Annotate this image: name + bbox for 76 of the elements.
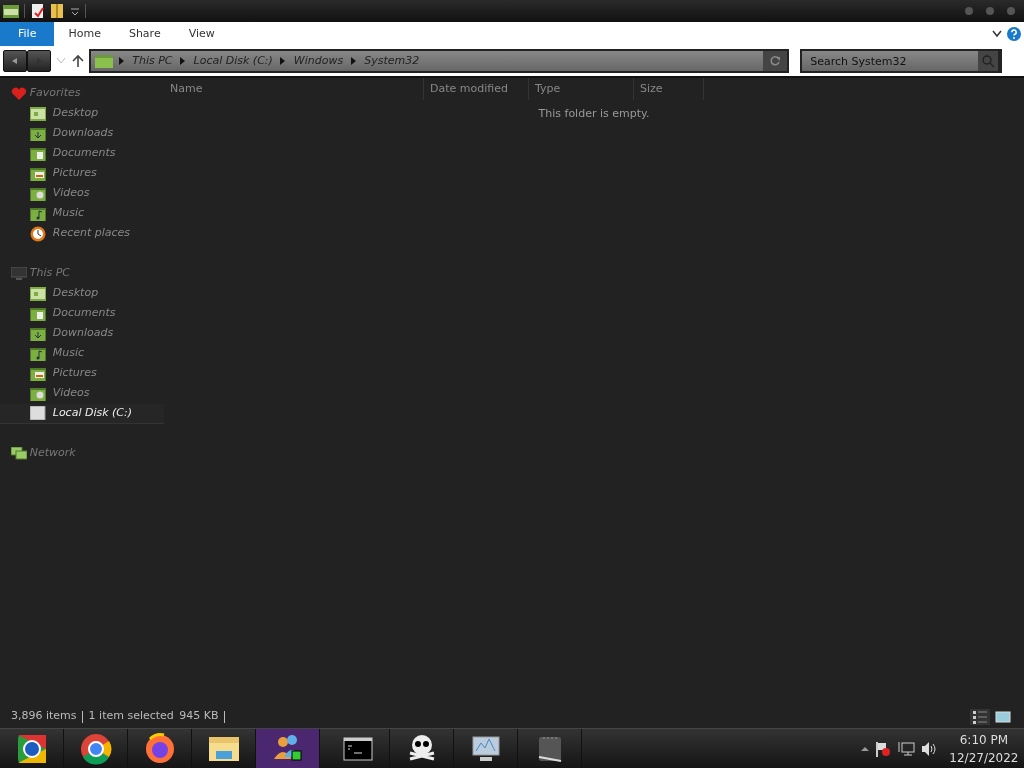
downloads-folder-icon xyxy=(30,126,46,141)
ribbon-tab[interactable]: Share xyxy=(114,22,175,46)
column-header[interactable]: Size xyxy=(634,78,704,100)
sidebar-item[interactable]: Downloads xyxy=(0,123,164,144)
videos-folder-icon xyxy=(30,186,46,201)
folder-icon xyxy=(94,54,114,68)
music-folder-icon xyxy=(30,346,46,361)
documents-folder-icon xyxy=(30,306,46,321)
breadcrumb[interactable]: Local Disk (C:) xyxy=(193,52,273,70)
sidebar-item[interactable]: Documents xyxy=(0,303,164,324)
large-icons-view-button[interactable] xyxy=(993,708,1013,725)
column-header[interactable]: Date modified xyxy=(424,78,529,100)
clock-time[interactable]: 6:10 PM xyxy=(949,730,1019,749)
new-folder-icon[interactable] xyxy=(50,3,65,19)
dropdown-icon[interactable] xyxy=(69,6,80,16)
sidebar-header[interactable]: Favorites xyxy=(29,85,81,102)
maximize-button[interactable] xyxy=(984,6,995,16)
music-folder-icon xyxy=(30,206,46,221)
monitor-icon xyxy=(11,266,27,281)
back-arrow-icon xyxy=(10,56,19,65)
breadcrumb[interactable]: System32 xyxy=(364,52,420,70)
refresh-icon xyxy=(769,55,782,67)
column-header[interactable]: Name xyxy=(164,78,424,100)
address-bar[interactable]: This PC Local Disk (C:) Windows System32 xyxy=(89,49,790,73)
sidebar-item[interactable]: Music xyxy=(0,343,164,364)
ribbon-tab[interactable]: Home xyxy=(54,22,115,46)
documents-folder-icon xyxy=(30,146,46,161)
column-header[interactable]: Type xyxy=(529,78,634,100)
sidebar-item[interactable]: Downloads xyxy=(0,323,164,344)
heart-icon xyxy=(11,86,27,101)
desktop-icon xyxy=(30,106,46,121)
close-button[interactable] xyxy=(1005,6,1016,16)
sidebar-item[interactable]: Documents xyxy=(0,143,164,164)
sidebar-header[interactable]: Network xyxy=(29,445,76,462)
forward-arrow-icon xyxy=(34,56,43,65)
sidebar-item[interactable]: Local Disk (C:) xyxy=(0,403,164,424)
show-hidden-icons-icon[interactable] xyxy=(859,744,870,753)
ribbon-tab[interactable]: File xyxy=(0,22,55,46)
help-icon[interactable] xyxy=(1007,27,1022,41)
up-arrow-icon[interactable] xyxy=(71,54,84,68)
downloads-folder-icon xyxy=(30,326,46,341)
item-count: 3,896 items xyxy=(11,708,77,725)
desktop-icon xyxy=(30,286,46,301)
videos-folder-icon xyxy=(30,386,46,401)
details-view-button[interactable] xyxy=(970,708,991,725)
selection-size: 945 KB xyxy=(179,708,219,725)
network-icon[interactable] xyxy=(896,740,915,757)
flag-icon[interactable] xyxy=(875,740,892,757)
sidebar-item[interactable]: Videos xyxy=(0,383,164,404)
clock-icon xyxy=(30,225,46,242)
pictures-folder-icon xyxy=(30,366,46,381)
back-button[interactable] xyxy=(2,50,27,72)
sidebar-item[interactable]: Recent places xyxy=(0,223,164,244)
sidebar-item[interactable]: Videos xyxy=(0,183,164,204)
refresh-button[interactable] xyxy=(763,51,788,71)
sidebar-header[interactable]: This PC xyxy=(29,265,71,282)
empty-folder-message: This folder is empty. xyxy=(538,106,650,120)
minimize-button[interactable] xyxy=(963,6,974,16)
expand-ribbon-icon[interactable] xyxy=(991,30,1002,38)
sidebar-item[interactable]: Pictures xyxy=(0,363,164,384)
sidebar-item[interactable]: Pictures xyxy=(0,163,164,184)
speaker-icon[interactable] xyxy=(920,740,939,757)
drive-icon xyxy=(30,406,46,420)
folder-icon[interactable] xyxy=(2,4,19,18)
clock-date[interactable]: 12/27/2022 xyxy=(949,748,1019,767)
pictures-folder-icon xyxy=(30,166,46,181)
sidebar-item[interactable]: Desktop xyxy=(0,283,164,304)
network-icon xyxy=(11,446,27,461)
search-field[interactable]: Search System32 xyxy=(800,49,979,73)
selection-count: 1 item selected xyxy=(88,708,174,725)
sidebar-item[interactable]: Desktop xyxy=(0,103,164,124)
sidebar-item[interactable]: Music xyxy=(0,203,164,224)
breadcrumb[interactable]: This PC xyxy=(132,52,173,70)
properties-icon[interactable] xyxy=(30,3,45,19)
ribbon-tab[interactable]: View xyxy=(174,22,229,46)
breadcrumb[interactable]: Windows xyxy=(293,52,344,70)
